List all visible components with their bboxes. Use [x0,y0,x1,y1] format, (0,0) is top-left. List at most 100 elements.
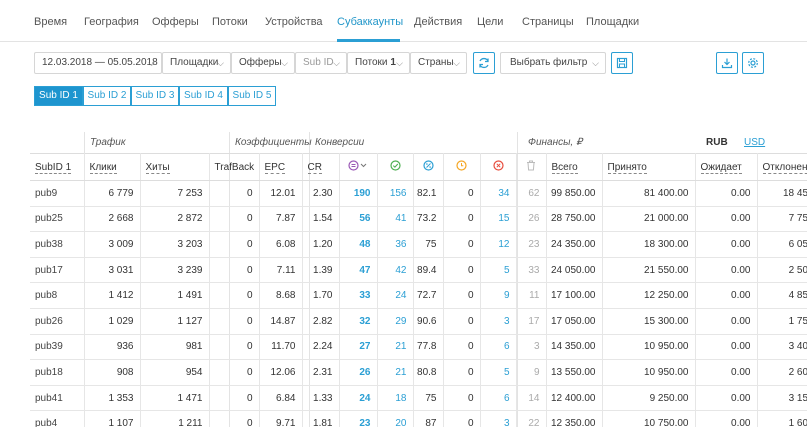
tab-offers[interactable]: Офферы [152,16,199,28]
tab-goals[interactable]: Цели [477,16,503,28]
cell-conv-accepted[interactable]: 21 [377,359,414,386]
col-cr[interactable]: CR [302,153,340,181]
subid-tab-2[interactable]: Sub ID 2 [83,86,131,106]
cell-conv-rejected[interactable]: 6 [480,385,517,412]
export-button[interactable] [716,52,738,74]
cell-pending: 0.00 [695,334,758,361]
currency-usd[interactable]: USD [744,137,765,148]
tab-geography[interactable]: География [84,16,139,28]
tab-actions[interactable]: Действия [414,16,462,28]
cell-rejected: 4 850.00 [757,282,807,309]
subid-tab-1[interactable]: Sub ID 1 [34,86,83,106]
flows-filter-label: Потоки [355,57,388,68]
cell-conv-accepted[interactable]: 20 [377,410,414,427]
cell-conv-accepted[interactable]: 29 [377,308,414,335]
settings-button[interactable] [742,52,764,74]
countries-filter[interactable]: Страны ⌵ [410,52,467,74]
chevron-down-icon: ⌵ [217,58,224,68]
col-total[interactable]: Всего [546,153,603,181]
col-hits[interactable]: Хиты [140,153,210,181]
sites-filter[interactable]: Площадки ⌵ [162,52,231,74]
refresh-button[interactable] [473,52,495,74]
cell-conv-all[interactable]: 24 [339,385,378,412]
tab-sites[interactable]: Площадки [586,16,639,28]
cell-conv-trash: 62 [516,180,547,207]
tab-subaccounts[interactable]: Субаккаунты [337,16,403,28]
cell-subid[interactable]: pub18 [30,359,85,386]
col-epc[interactable]: EPC [259,153,303,181]
col-conv-trash[interactable] [516,153,547,181]
cell-subid[interactable]: pub8 [30,282,85,309]
cell-conv-all[interactable]: 32 [339,308,378,335]
cell-conv-all[interactable]: 48 [339,231,378,258]
subid-filter[interactable]: Sub ID ⌵ [295,52,347,74]
col-pending[interactable]: Ожидает [695,153,758,181]
col-rejected[interactable]: Отклонено [757,153,807,181]
cell-subid[interactable]: pub17 [30,257,85,284]
cell-conv-rejected[interactable]: 5 [480,257,517,284]
cell-subid[interactable]: pub26 [30,308,85,335]
cell-subid[interactable]: pub4 [30,410,85,427]
cell-conv-accepted[interactable]: 21 [377,334,414,361]
col-subid[interactable]: SubID 1 [30,153,85,181]
cell-accepted: 10 950.00 [602,359,696,386]
tab-pages[interactable]: Страницы [522,16,574,28]
cell-conv-pending: 0 [443,385,481,412]
cell-conv-all[interactable]: 56 [339,206,378,233]
date-range-picker[interactable]: 12.03.2018 — 05.05.2018 ⌵ [34,52,162,74]
subid-tab-4[interactable]: Sub ID 4 [179,86,228,106]
cell-conv-accepted[interactable]: 41 [377,206,414,233]
cell-subid[interactable]: pub41 [30,385,85,412]
save-filter-button[interactable] [611,52,633,74]
cell-cr: 1.39 [302,257,340,284]
cell-conv-accepted[interactable]: 24 [377,282,414,309]
flows-filter[interactable]: Потоки 1 ⌵ [347,52,410,74]
cell-pending: 0.00 [695,180,758,207]
col-clicks[interactable]: Клики [84,153,141,181]
col-accepted[interactable]: Принято [602,153,696,181]
cell-conv-all[interactable]: 33 [339,282,378,309]
subid-tab-3[interactable]: Sub ID 3 [131,86,179,106]
col-conv-accepted[interactable] [377,153,414,181]
cell-conv-rejected[interactable]: 9 [480,282,517,309]
cell-subid[interactable]: pub39 [30,334,85,361]
col-conv-rate[interactable] [413,153,444,181]
cell-conv-rejected[interactable]: 12 [480,231,517,258]
cell-conv-rejected[interactable]: 3 [480,308,517,335]
cell-conv-accepted[interactable]: 36 [377,231,414,258]
cell-rejected: 3 150.00 [757,385,807,412]
tab-devices[interactable]: Устройства [265,16,323,28]
cell-conv-all[interactable]: 47 [339,257,378,284]
cell-conv-accepted[interactable]: 42 [377,257,414,284]
col-conv-pending[interactable] [443,153,481,181]
chevron-down-icon: ⌵ [148,58,155,68]
cell-conv-all[interactable]: 27 [339,334,378,361]
cell-pending: 0.00 [695,359,758,386]
cell-conv-accepted[interactable]: 156 [377,180,414,207]
cell-conv-all[interactable]: 26 [339,359,378,386]
offers-filter[interactable]: Офферы ⌵ [231,52,295,74]
cell-conv-rejected[interactable]: 6 [480,334,517,361]
cell-conv-rejected[interactable]: 5 [480,359,517,386]
tab-time[interactable]: Время [34,16,67,28]
cell-conv-rejected[interactable]: 15 [480,206,517,233]
choose-filter-select[interactable]: Выбрать фильтр ⌵ [500,52,606,74]
cell-subid[interactable]: pub38 [30,231,85,258]
col-trafback[interactable]: TrafBack [209,153,260,181]
cell-conv-rate: 90.6 [413,308,444,335]
cell-conv-accepted[interactable]: 18 [377,385,414,412]
cell-trafback: 0 [209,410,260,427]
cell-conv-all[interactable]: 190 [339,180,378,207]
col-conv-all[interactable] [339,153,378,181]
tab-flows[interactable]: Потоки [212,16,248,28]
cell-conv-rejected[interactable]: 34 [480,180,517,207]
cell-subid[interactable]: pub9 [30,180,85,207]
cell-conv-rejected[interactable]: 3 [480,410,517,427]
cell-conv-all[interactable]: 23 [339,410,378,427]
cell-trafback: 0 [209,180,260,207]
cell-subid[interactable]: pub25 [30,206,85,233]
col-accepted-label: Принято [607,161,647,174]
subid-tab-5[interactable]: Sub ID 5 [228,86,276,106]
currency-rub[interactable]: RUB [706,137,728,148]
col-conv-rejected[interactable] [480,153,517,181]
